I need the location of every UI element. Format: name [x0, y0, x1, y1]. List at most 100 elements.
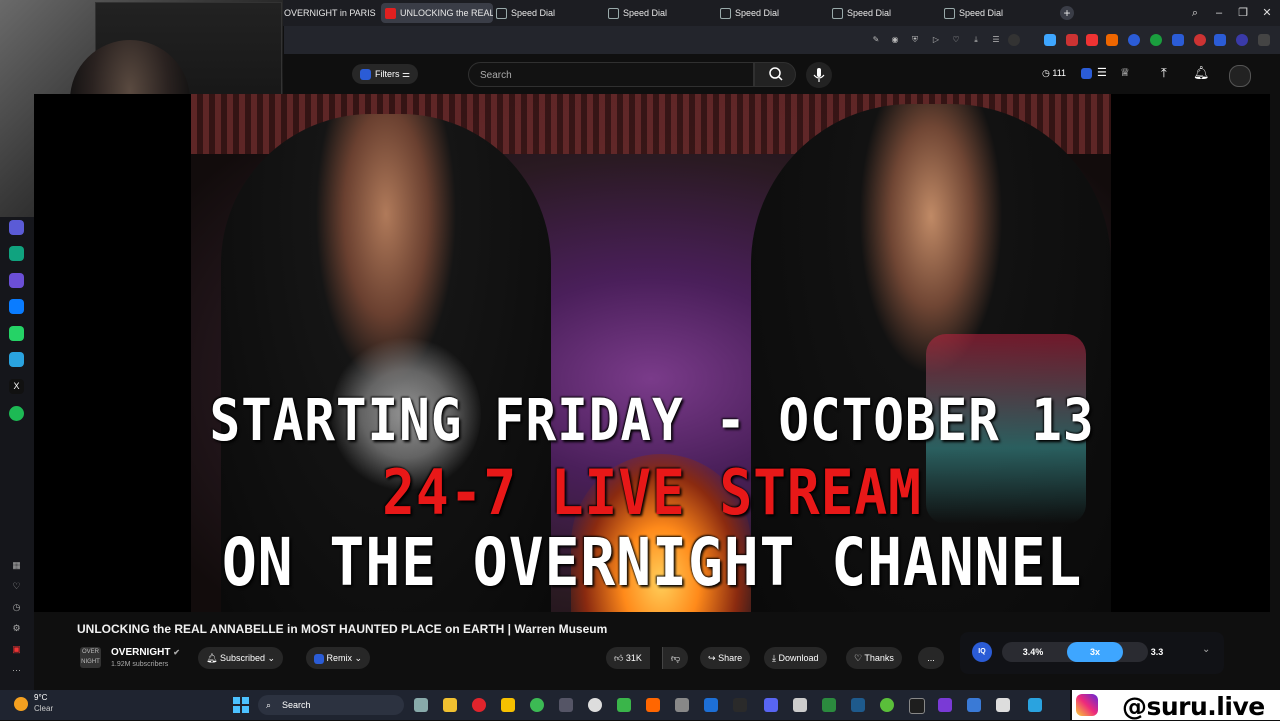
maximize-icon[interactable]: ❐ — [1231, 0, 1255, 26]
chrome-icon[interactable] — [530, 698, 544, 712]
sidebar-spotify-icon[interactable] — [9, 406, 24, 421]
queue-icon[interactable]: ☰ — [1097, 66, 1107, 79]
extension-red-icon[interactable] — [1194, 34, 1206, 46]
tab-overnight-paris[interactable]: OVERNIGHT in PARIS CAT... — [284, 3, 376, 23]
sidebar-notes-icon[interactable]: ▣ — [9, 642, 24, 657]
vlc-icon[interactable] — [646, 698, 660, 712]
dislike-button[interactable]: 👎︎ — [662, 647, 689, 669]
extension-gem-icon[interactable] — [1044, 34, 1056, 46]
sidebar-messenger-icon[interactable] — [9, 299, 24, 314]
file-explorer-icon[interactable] — [443, 698, 457, 712]
thanks-button[interactable]: ♡ Thanks — [846, 647, 902, 669]
iq-icon — [314, 653, 324, 664]
opera-icon[interactable] — [472, 698, 486, 712]
like-button[interactable]: 👍︎ 31K — [606, 647, 650, 669]
app-icon-7[interactable] — [588, 698, 602, 712]
close-icon[interactable]: ✕ — [1255, 0, 1279, 26]
taskbar-search[interactable]: ⌕ Search — [258, 695, 404, 715]
search-input[interactable]: Search — [468, 62, 754, 87]
sidebar-apps-icon[interactable]: ▦ — [9, 558, 24, 573]
sidebar-aria-icon[interactable] — [9, 220, 24, 235]
extension-youtube-icon[interactable] — [1086, 34, 1098, 46]
upload-icon[interactable]: ⤒ — [1161, 65, 1167, 81]
profile-icon[interactable] — [1008, 34, 1020, 46]
sidebar-chatgpt-icon[interactable] — [9, 246, 24, 261]
task-view-icon[interactable] — [414, 698, 428, 712]
tab-speed-dial-1[interactable]: Speed Dial — [496, 3, 596, 23]
app-icon-20[interactable] — [967, 698, 981, 712]
rss-icon[interactable] — [1106, 34, 1118, 46]
speed-mid-value[interactable]: 3x — [1067, 642, 1123, 662]
sidebar-heart-icon[interactable]: ♡ — [9, 579, 24, 594]
extension-wave-icon[interactable] — [1214, 34, 1226, 46]
tab-speed-dial-3[interactable]: Speed Dial — [720, 3, 820, 23]
app-icon-10[interactable] — [675, 698, 689, 712]
tab-speed-dial-4[interactable]: Speed Dial — [832, 3, 932, 23]
speed-left-value[interactable]: 3.4% — [1004, 642, 1062, 662]
channel-avatar[interactable]: OVER NIGHT — [80, 647, 101, 668]
extension-green-icon[interactable] — [1150, 34, 1162, 46]
chevron-down-icon[interactable]: ⌄ — [1202, 644, 1210, 655]
tab-speed-dial-5[interactable]: Speed Dial — [944, 3, 1044, 23]
notifications-bell-icon[interactable]: 🔔︎ — [1193, 65, 1210, 81]
channel-name[interactable]: OVERNIGHT ✔ — [111, 647, 180, 658]
sidebar-whatsapp-icon[interactable] — [9, 326, 24, 341]
more-actions-button[interactable]: ... — [918, 647, 944, 669]
sidebar-more-icon[interactable]: ⋯ — [9, 663, 24, 678]
capcut-icon[interactable] — [909, 698, 925, 714]
lightning-app-icon[interactable] — [501, 698, 515, 712]
app-icon-11[interactable] — [704, 698, 718, 712]
subscribed-button[interactable]: 🔔︎ Subscribed ⌄ — [198, 647, 284, 669]
new-tab-button[interactable]: + — [1060, 6, 1074, 20]
account-avatar[interactable] — [1229, 65, 1251, 87]
heart-icon[interactable]: ♡ — [950, 34, 962, 46]
trophy-icon[interactable]: ♕ — [1120, 66, 1130, 79]
app-icon-6[interactable] — [559, 698, 573, 712]
remix-button[interactable]: Remix ⌄ — [306, 647, 371, 669]
app-icon-16[interactable] — [851, 698, 865, 712]
extension-dark-icon[interactable] — [1258, 34, 1270, 46]
tab-unlocking-real[interactable]: UNLOCKING the REAL — [381, 3, 493, 23]
extension-blue-icon[interactable] — [1172, 34, 1184, 46]
search-button[interactable] — [754, 62, 796, 87]
download-button[interactable]: ⤓ Download — [764, 647, 827, 669]
sidebar-settings-icon[interactable]: ⚙ — [9, 621, 24, 636]
windows-start-icon[interactable] — [233, 697, 249, 713]
voice-search-button[interactable] — [806, 62, 832, 88]
thumbs-down-icon: 👎︎ — [671, 653, 681, 663]
iq-extension-icon[interactable] — [1081, 68, 1092, 79]
app-icon-17[interactable] — [880, 698, 894, 712]
thumbs-up-icon: 👍︎ — [614, 653, 624, 663]
minimize-icon[interactable]: – — [1207, 0, 1231, 26]
shield-icon[interactable]: ⛨ — [909, 34, 921, 46]
app-icon-14[interactable] — [793, 698, 807, 712]
list-icon[interactable]: ☰ — [990, 34, 1002, 46]
download-icon[interactable]: ⤓ — [970, 34, 982, 46]
sidebar-extension-icon[interactable] — [9, 273, 24, 288]
extension-purple-icon[interactable] — [1236, 34, 1248, 46]
edit-icon[interactable]: ✎ — [870, 34, 882, 46]
extension-k-icon[interactable] — [1128, 34, 1140, 46]
camera-icon[interactable]: ◉ — [889, 34, 901, 46]
share-button[interactable]: ↪ Share — [700, 647, 751, 669]
tab-speed-dial-2[interactable]: Speed Dial — [608, 3, 708, 23]
sidebar-history-icon[interactable]: ◷ — [9, 600, 24, 615]
app-icon-22[interactable] — [1028, 698, 1042, 712]
extension-counter-icon[interactable] — [1066, 34, 1078, 46]
filters-button[interactable]: Filters ⚌ — [352, 64, 419, 84]
verified-icon: ✔ — [173, 648, 180, 657]
video-player[interactable]: STARTING FRIDAY - OCTOBER 13 24-7 LIVE S… — [34, 94, 1270, 612]
app-icon-12[interactable] — [733, 698, 747, 712]
search-tabs-icon[interactable]: ⌕ — [1183, 0, 1207, 26]
discord-icon[interactable] — [764, 698, 778, 712]
sidebar-telegram-icon[interactable] — [9, 352, 24, 367]
app-icon-15[interactable] — [822, 698, 836, 712]
app-icon-19[interactable] — [938, 698, 952, 712]
speed-control-panel: IQ 3.4% 3x 3.3 ⌄ — [960, 632, 1224, 674]
speed-right-value[interactable]: 3.3 — [1128, 642, 1186, 662]
app-icon-8[interactable] — [617, 698, 631, 712]
play-icon[interactable]: ▷ — [930, 34, 942, 46]
sidebar-x-icon[interactable]: X — [9, 379, 24, 394]
app-icon-21[interactable] — [996, 698, 1010, 712]
timer-badge[interactable]: ◷ 111 — [1042, 68, 1066, 79]
